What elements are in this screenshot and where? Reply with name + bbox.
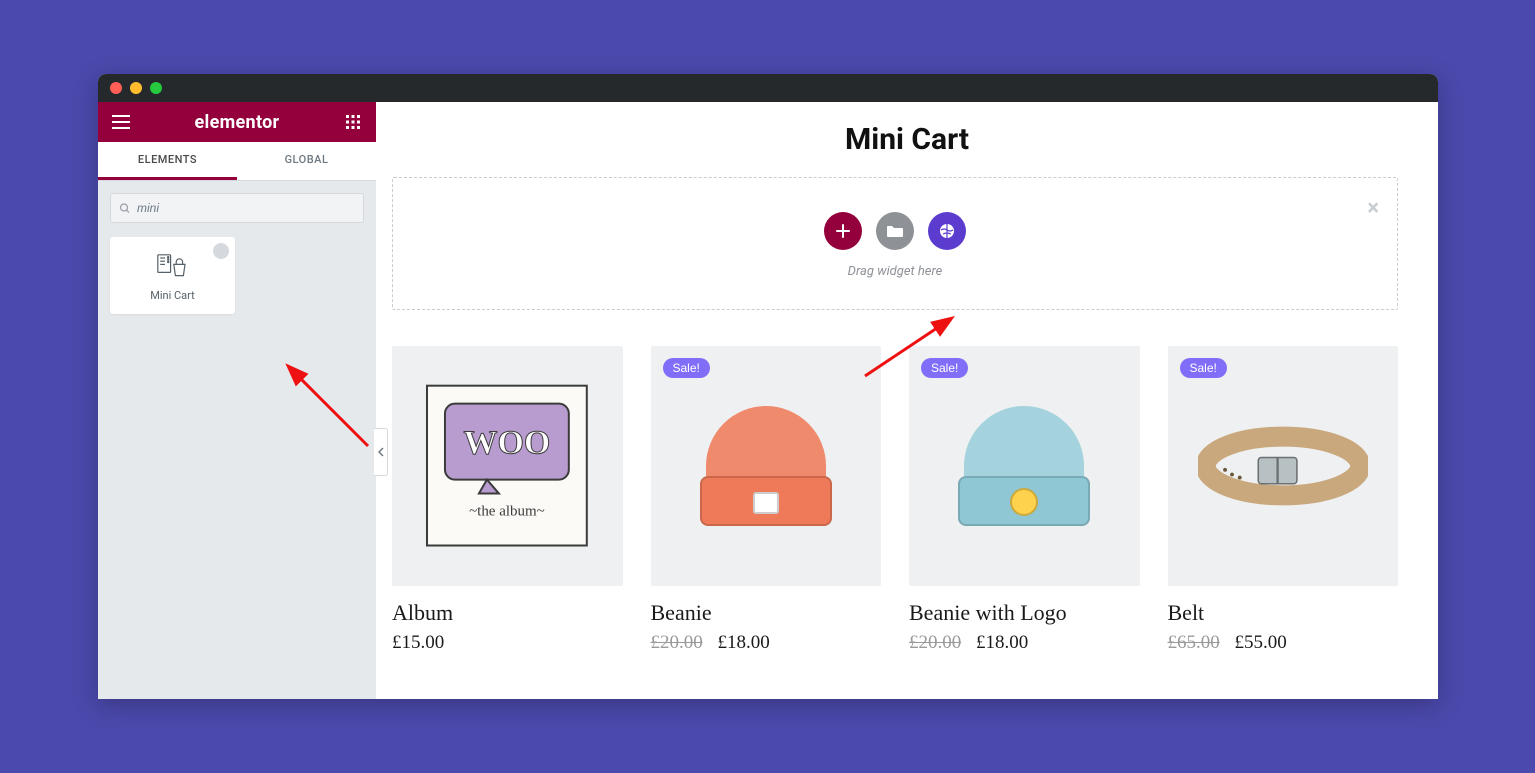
minimize-window-icon[interactable]	[130, 82, 142, 94]
product-card[interactable]: Sale! Beanie £20.00 £18.00	[651, 346, 882, 654]
price-old: £20.00	[651, 632, 703, 653]
product-card[interactable]: Sale! Beanie with Logo £20.00 £18.00	[909, 346, 1140, 654]
product-card[interactable]: WOO ~the album~ Album £15.00	[392, 346, 623, 654]
price-current: £18.00	[976, 632, 1028, 653]
folder-icon	[886, 224, 904, 238]
editor-sidebar: elementor ELEMENTS GLOBAL	[98, 102, 376, 699]
content-area: elementor ELEMENTS GLOBAL	[98, 102, 1438, 699]
price-old: £65.00	[1168, 632, 1220, 653]
sidebar-header: elementor	[98, 102, 376, 142]
collapse-sidebar-button[interactable]	[374, 428, 388, 476]
product-name: Beanie	[651, 600, 882, 626]
brand-logo: elementor	[195, 112, 280, 133]
beanie-illustration	[706, 406, 826, 526]
price-current: £15.00	[392, 632, 444, 653]
app-window: elementor ELEMENTS GLOBAL	[98, 74, 1438, 699]
product-name: Beanie with Logo	[909, 600, 1140, 626]
product-price: £20.00 £18.00	[651, 632, 882, 654]
add-template-button[interactable]	[876, 212, 914, 250]
product-name: Album	[392, 600, 623, 626]
apps-grid-icon[interactable]	[342, 111, 364, 133]
svg-text:~the album~: ~the album~	[469, 504, 545, 520]
close-window-icon[interactable]	[110, 82, 122, 94]
product-price: £65.00 £55.00	[1168, 632, 1399, 654]
product-grid: WOO ~the album~ Album £15.00 Sale!	[376, 318, 1438, 654]
product-price: £20.00 £18.00	[909, 632, 1140, 654]
close-icon[interactable]: ×	[1367, 196, 1379, 221]
search-icon	[119, 202, 131, 215]
editor-canvas: Mini Cart × Drag widget here	[376, 102, 1438, 699]
plus-icon	[835, 223, 851, 239]
product-thumbnail: Sale!	[1168, 346, 1399, 586]
widget-mini-cart[interactable]: Mini Cart	[110, 237, 235, 314]
price-old: £20.00	[909, 632, 961, 653]
drop-action-row	[409, 212, 1381, 250]
drop-hint-text: Drag widget here	[409, 264, 1381, 279]
menu-icon[interactable]	[110, 111, 132, 133]
sale-badge: Sale!	[663, 358, 710, 378]
chevron-left-icon	[378, 447, 384, 457]
search-input[interactable]	[137, 201, 355, 215]
product-thumbnail: WOO ~the album~	[392, 346, 623, 586]
sale-badge: Sale!	[921, 358, 968, 378]
tab-global[interactable]: GLOBAL	[237, 142, 376, 180]
beanie-logo-illustration	[964, 406, 1084, 526]
svg-text:WOO: WOO	[464, 425, 551, 462]
globe-icon	[938, 222, 956, 240]
sale-badge: Sale!	[1180, 358, 1227, 378]
pro-badge-icon	[213, 243, 229, 259]
product-price: £15.00	[392, 632, 623, 654]
mini-cart-icon	[118, 253, 227, 279]
window-titlebar	[98, 74, 1438, 102]
tab-elements[interactable]: ELEMENTS	[98, 142, 237, 180]
search-widget-field[interactable]	[110, 193, 364, 223]
maximize-window-icon[interactable]	[150, 82, 162, 94]
sidebar-tabs: ELEMENTS GLOBAL	[98, 142, 376, 181]
product-card[interactable]: Sale! Belt £65.00 £55.00	[1168, 346, 1399, 654]
album-illustration: WOO ~the album~	[417, 372, 597, 559]
price-current: £18.00	[718, 632, 770, 653]
product-name: Belt	[1168, 600, 1399, 626]
global-widget-button[interactable]	[928, 212, 966, 250]
page-title: Mini Cart	[376, 102, 1438, 171]
drop-zone[interactable]: × Drag widget here	[392, 177, 1398, 310]
belt-illustration	[1198, 421, 1368, 511]
add-section-button[interactable]	[824, 212, 862, 250]
product-thumbnail: Sale!	[651, 346, 882, 586]
sidebar-body: Mini Cart	[98, 181, 376, 326]
product-thumbnail: Sale!	[909, 346, 1140, 586]
price-current: £55.00	[1235, 632, 1287, 653]
widget-label: Mini Cart	[118, 289, 227, 302]
